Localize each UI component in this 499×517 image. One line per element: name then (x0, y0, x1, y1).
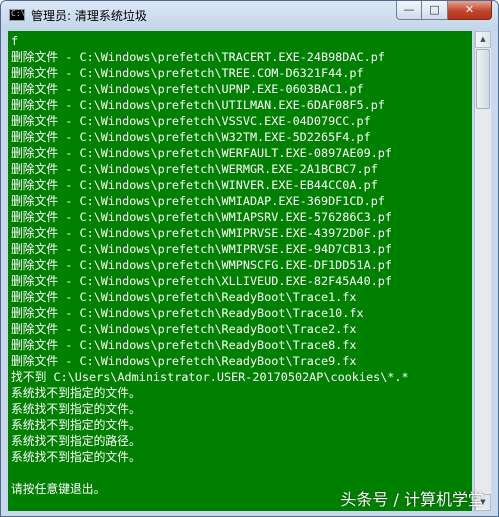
window-controls: — □ ✕ (396, 1, 492, 21)
console-line: 删除文件 - C:\Windows\prefetch\ReadyBoot\Tra… (11, 338, 357, 352)
console-line: 删除文件 - C:\Windows\prefetch\XLLIVEUD.EXE-… (11, 274, 392, 288)
console-line: 删除文件 - C:\Windows\prefetch\WERMGR.EXE-2A… (11, 162, 378, 176)
console-line: 删除文件 - C:\Windows\prefetch\WMPNSCFG.EXE-… (11, 258, 392, 272)
console-line: 删除文件 - C:\Windows\prefetch\UPNP.EXE-0603… (11, 82, 364, 96)
console-line: 删除文件 - C:\Windows\prefetch\WERFAULT.EXE-… (11, 146, 392, 160)
console-line: f (11, 34, 19, 48)
console-line: 找不到 C:\Users\Administrator.USER-20170502… (11, 370, 409, 384)
console-line: 删除文件 - C:\Windows\prefetch\ReadyBoot\Tra… (11, 306, 364, 320)
console-line: 删除文件 - C:\Windows\prefetch\UTILMAN.EXE-6… (11, 98, 385, 112)
console-line: 删除文件 - C:\Windows\prefetch\WINVER.EXE-EB… (11, 178, 378, 192)
console-line: 删除文件 - C:\Windows\prefetch\WMIPRVSE.EXE-… (11, 226, 392, 240)
watermark-text: 头条号 / 计算机学堂 (340, 490, 484, 509)
console-line: 删除文件 - C:\Windows\prefetch\WMIAPSRV.EXE-… (11, 210, 392, 224)
console-line: 删除文件 - C:\Windows\prefetch\ReadyBoot\Tra… (11, 354, 357, 368)
console-window: C:\ 管理员: 清理系统垃圾 — □ ✕ f 删除文件 - C:\Windows… (0, 0, 499, 517)
vertical-scrollbar[interactable]: ▲ ▼ (474, 31, 491, 511)
console-line: 删除文件 - C:\Windows\prefetch\WMIPRVSE.EXE-… (11, 242, 392, 256)
console-output[interactable]: f 删除文件 - C:\Windows\prefetch\TRACERT.EXE-… (8, 31, 472, 511)
title-bar[interactable]: C:\ 管理员: 清理系统垃圾 — □ ✕ (1, 1, 498, 31)
console-line: 系统找不到指定的路径。 (11, 434, 141, 448)
close-button[interactable]: ✕ (448, 1, 492, 20)
console-line: 删除文件 - C:\Windows\prefetch\TREE.COM-D632… (11, 66, 364, 80)
console-icon-glyph: C:\ (11, 9, 26, 18)
console-line: 系统找不到指定的文件。 (11, 450, 141, 464)
console-line: 删除文件 - C:\Windows\prefetch\VSSVC.EXE-04D… (11, 114, 371, 128)
minimize-button[interactable]: — (396, 1, 422, 20)
scroll-up-button[interactable]: ▲ (475, 31, 491, 48)
window-title: 管理员: 清理系统垃圾 (31, 9, 147, 23)
console-line: 删除文件 - C:\Windows\prefetch\ReadyBoot\Tra… (11, 290, 357, 304)
console-line: 系统找不到指定的文件。 (11, 418, 141, 432)
console-line: 删除文件 - C:\Windows\prefetch\TRACERT.EXE-2… (11, 50, 385, 64)
maximize-button[interactable]: □ (422, 1, 448, 20)
console-window-icon[interactable]: C:\ (9, 9, 25, 21)
console-line: 删除文件 - C:\Windows\prefetch\WMIADAP.EXE-3… (11, 194, 385, 208)
console-line: 删除文件 - C:\Windows\prefetch\ReadyBoot\Tra… (11, 322, 357, 336)
console-line: 删除文件 - C:\Windows\prefetch\W32TM.EXE-5D2… (11, 130, 371, 144)
console-line: 系统找不到指定的文件。 (11, 386, 141, 400)
console-line: 系统找不到指定的文件。 (11, 402, 141, 416)
scrollbar-thumb[interactable] (476, 49, 490, 109)
